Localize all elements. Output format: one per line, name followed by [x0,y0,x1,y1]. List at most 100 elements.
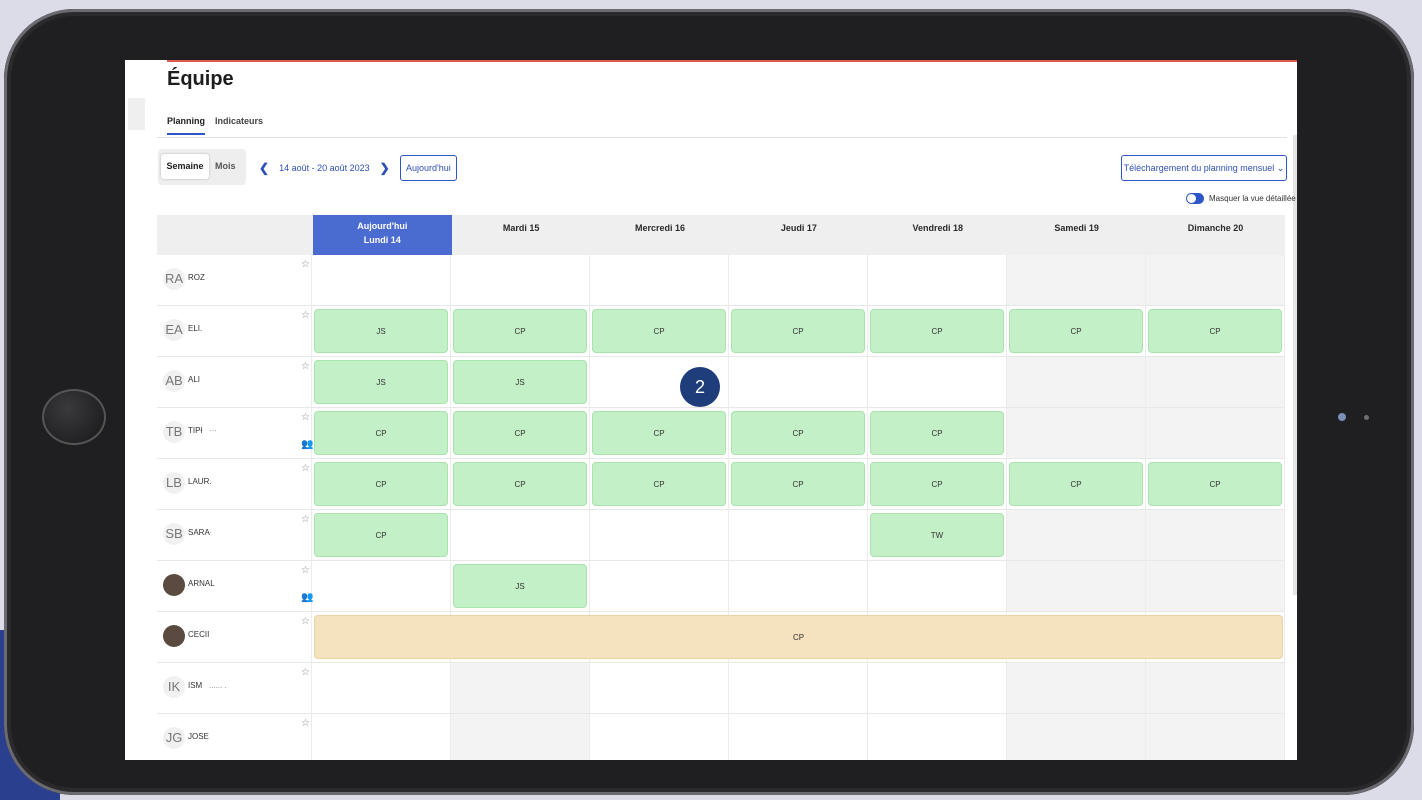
day-cell[interactable]: CP [729,459,868,509]
absence-pill[interactable]: JS [314,360,448,404]
absence-pill[interactable]: CP [453,462,587,506]
star-icon[interactable]: ☆ [301,616,310,627]
absence-pill[interactable]: CP [870,309,1004,353]
day-cell[interactable] [590,714,729,760]
absence-pill[interactable]: JS [453,360,587,404]
employee-cell[interactable]: AB ALI ☆ [157,357,312,407]
chevron-left-icon[interactable]: ❮ [259,161,269,175]
day-cell[interactable]: CP [451,459,590,509]
absence-pill[interactable]: CP [453,309,587,353]
day-cell[interactable] [729,714,868,760]
day-cell[interactable] [1146,663,1285,713]
day-cell[interactable] [868,255,1007,305]
employee-cell[interactable]: JG JOSE ☆ [157,714,312,760]
day-cell[interactable]: TW [868,510,1007,560]
day-cell[interactable]: CP [729,408,868,458]
day-cell[interactable] [451,663,590,713]
day-cell[interactable] [868,714,1007,760]
day-cell[interactable] [1007,408,1146,458]
absence-pill[interactable]: JS [453,564,587,608]
day-cell[interactable]: CP [590,408,729,458]
day-cell[interactable]: CP [590,306,729,356]
day-cell[interactable] [1007,714,1146,760]
absence-pill-week[interactable]: CP [314,615,1283,659]
day-cell[interactable] [590,561,729,611]
day-cell[interactable] [590,663,729,713]
star-icon[interactable]: ☆ [301,361,310,372]
day-cell[interactable]: JS [312,306,451,356]
employee-cell[interactable]: ARNAL ☆ 👥 [157,561,313,611]
day-cell[interactable]: CP [1007,459,1146,509]
tab-planning[interactable]: Planning [167,116,205,135]
day-cell[interactable]: CP [1007,306,1146,356]
day-cell[interactable]: CP [868,459,1007,509]
day-cell[interactable] [312,714,451,760]
absence-pill[interactable]: CP [731,411,865,455]
absence-pill[interactable]: CP [592,309,726,353]
day-cell[interactable]: CP [451,306,590,356]
day-cell[interactable]: CP [312,510,451,560]
day-cell[interactable] [729,510,868,560]
tab-indicateurs[interactable]: Indicateurs [215,116,263,135]
absence-pill[interactable]: CP [453,411,587,455]
employee-cell[interactable]: SB SARA · ☆ [157,510,312,560]
day-cell[interactable] [729,357,868,407]
absence-pill[interactable]: CP [731,462,865,506]
day-cell[interactable] [451,510,590,560]
scrollbar[interactable] [1293,135,1297,595]
day-cell[interactable]: JS [312,357,451,407]
sidebar-collapsed[interactable] [128,98,145,130]
star-icon[interactable]: ☆ [301,412,310,423]
day-cell[interactable] [1146,561,1285,611]
absence-pill[interactable]: CP [870,462,1004,506]
day-cell[interactable]: CP [868,408,1007,458]
absence-pill[interactable]: CP [314,462,448,506]
day-cell[interactable]: CP [451,408,590,458]
absence-pill[interactable]: CP [731,309,865,353]
day-cell[interactable] [1007,561,1146,611]
day-cell[interactable] [451,255,590,305]
day-cell[interactable]: JS [451,561,590,611]
star-icon[interactable]: ☆ [301,310,310,321]
day-cell[interactable] [729,663,868,713]
day-cell[interactable] [868,561,1007,611]
day-cell[interactable]: CP [868,306,1007,356]
absence-pill[interactable]: TW [870,513,1004,557]
day-cell[interactable] [1007,357,1146,407]
day-cell[interactable] [312,561,451,611]
day-cell[interactable] [312,255,451,305]
employee-cell[interactable]: RA ROZ ☆ [157,255,312,305]
day-cell[interactable]: CP [1146,459,1285,509]
employee-cell[interactable]: IK ISM ...... . ☆ [157,663,312,713]
day-cell[interactable] [1146,714,1285,760]
day-cell[interactable] [1146,510,1285,560]
star-icon[interactable]: ☆ [301,259,310,270]
absence-pill[interactable]: CP [592,411,726,455]
day-cell[interactable] [1007,510,1146,560]
employee-cell[interactable]: TB TIPł ··· ☆ 👥 [157,408,313,458]
day-cell[interactable]: CP [729,306,868,356]
day-cell[interactable] [590,255,729,305]
absence-pill[interactable]: CP [1009,462,1143,506]
absence-pill[interactable]: CP [870,411,1004,455]
day-cell[interactable] [312,663,451,713]
day-cell[interactable] [1146,357,1285,407]
star-icon[interactable]: ☆ [301,667,310,678]
day-cell[interactable]: CP [312,459,451,509]
day-cell[interactable]: CP [1146,306,1285,356]
day-cell[interactable] [1007,255,1146,305]
today-button[interactable]: Aujourd'hui [400,155,457,181]
day-cell[interactable] [590,510,729,560]
employee-cell[interactable]: LB LAUR. ☆ [157,459,312,509]
day-cell[interactable] [1007,663,1146,713]
detail-view-toggle[interactable] [1186,193,1204,204]
day-cell[interactable] [729,255,868,305]
day-cell[interactable] [1146,408,1285,458]
home-button[interactable] [42,389,106,445]
star-icon[interactable]: ☆ [301,514,310,525]
employee-cell[interactable]: EA ELI. ☆ [157,306,312,356]
absence-pill[interactable]: CP [1148,309,1282,353]
day-cell[interactable]: CP [590,459,729,509]
star-icon[interactable]: ☆ [301,463,310,474]
day-cell[interactable]: JS [451,357,590,407]
